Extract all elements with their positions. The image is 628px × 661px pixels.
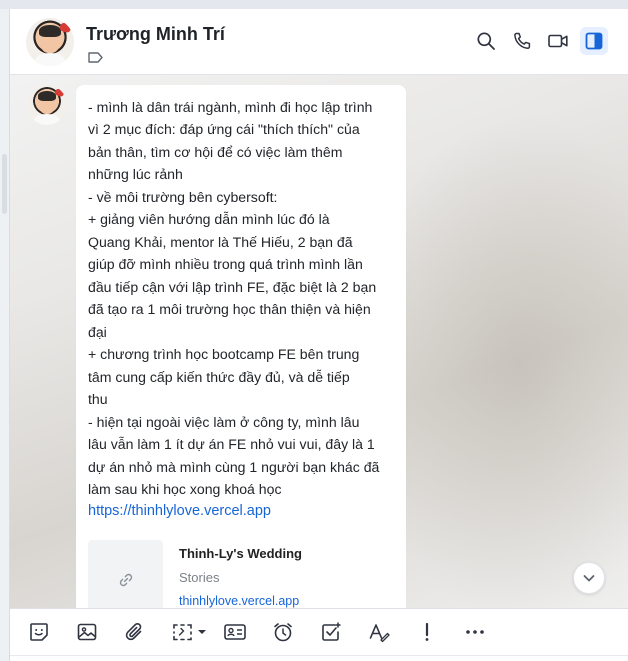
reminder-clock-icon	[274, 623, 292, 642]
more-icon	[466, 630, 484, 634]
chevron-down-icon	[583, 575, 595, 582]
sidebar-toggle-icon	[585, 32, 603, 50]
sticker-button[interactable]	[27, 620, 51, 644]
reminder-button[interactable]	[271, 620, 295, 644]
contact-name[interactable]: Trương Minh Trí	[86, 24, 225, 45]
scroll-to-bottom-button[interactable]	[573, 562, 605, 594]
call-button[interactable]	[508, 27, 536, 55]
chat-window: Trương Minh Trí - mình là dân trái ngành…	[0, 0, 628, 661]
screenshot-button[interactable]	[171, 620, 211, 644]
composer-toolbar	[10, 608, 628, 661]
message-link[interactable]: https://thinhlylove.vercel.app	[88, 500, 394, 522]
task-button[interactable]	[319, 620, 343, 644]
tag-icon[interactable]	[88, 52, 103, 63]
text-format-icon	[369, 624, 390, 643]
link-icon	[119, 573, 132, 587]
task-icon	[322, 622, 341, 641]
image-icon	[77, 623, 97, 641]
attachment-button[interactable]	[123, 620, 147, 644]
link-preview-domain[interactable]: thinhlylove.vercel.app	[179, 594, 299, 608]
message-text: - mình là dân trái ngành, mình đi học lậ…	[88, 99, 380, 497]
video-call-button[interactable]	[544, 27, 572, 55]
important-icon	[425, 622, 429, 641]
message-input-edge[interactable]	[10, 655, 628, 661]
message-list[interactable]: - mình là dân trái ngành, mình đi học lậ…	[10, 75, 628, 608]
header-actions	[472, 27, 608, 55]
text-format-button[interactable]	[367, 620, 391, 644]
contact-card-icon	[224, 624, 246, 640]
conversation-list-edge	[0, 9, 10, 661]
video-call-icon	[548, 34, 568, 48]
image-button[interactable]	[75, 620, 99, 644]
scrollbar[interactable]	[2, 154, 7, 214]
more-button[interactable]	[463, 620, 487, 644]
link-preview-thumbnail[interactable]	[88, 540, 163, 608]
link-preview[interactable]: Thinh-Ly's Wedding Stories thinhlylove.v…	[88, 540, 398, 608]
message-bubble[interactable]: - mình là dân trái ngành, mình đi học lậ…	[76, 85, 406, 608]
top-strip	[0, 0, 628, 9]
important-button[interactable]	[415, 620, 439, 644]
phone-icon	[514, 32, 531, 50]
sticker-icon	[30, 623, 48, 641]
screenshot-icon	[173, 624, 206, 641]
avatar[interactable]	[26, 18, 74, 66]
link-preview-title[interactable]: Thinh-Ly's Wedding	[179, 546, 302, 561]
sender-avatar[interactable]	[27, 85, 67, 125]
sidebar-toggle-button[interactable]	[580, 27, 608, 55]
contact-card-button[interactable]	[223, 620, 247, 644]
link-preview-subtitle: Stories	[179, 570, 220, 585]
search-icon	[477, 32, 495, 50]
chat-header: Trương Minh Trí	[10, 9, 628, 75]
search-button[interactable]	[472, 27, 500, 55]
attachment-icon	[125, 623, 142, 641]
